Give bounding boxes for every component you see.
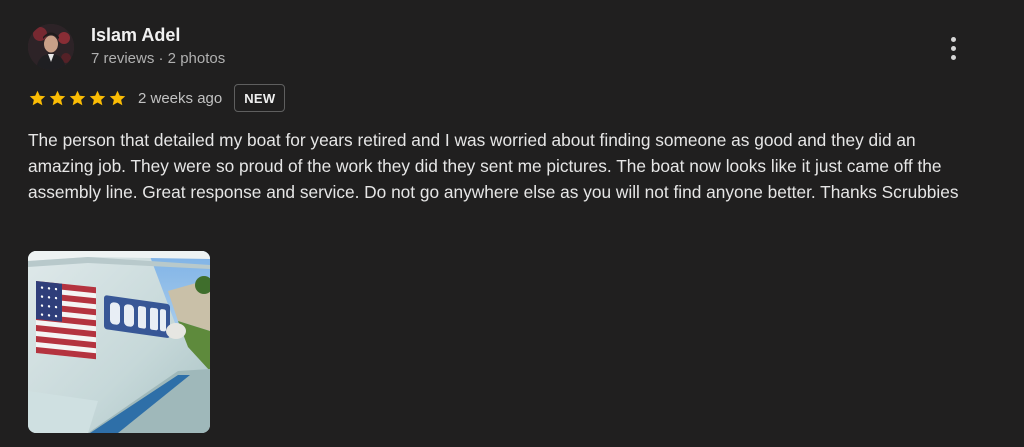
review-photo[interactable] — [28, 251, 210, 433]
star-icon — [68, 89, 87, 108]
new-badge: NEW — [234, 84, 286, 112]
author-review-count: 7 reviews · 2 photos — [91, 50, 226, 67]
boat-photo — [28, 251, 210, 433]
more-vertical-icon-dot — [950, 54, 956, 60]
more-vertical-icon — [950, 36, 956, 42]
star-icon — [48, 89, 67, 108]
review-date: 2 weeks ago — [138, 89, 223, 107]
author-avatar[interactable] — [28, 24, 74, 70]
avatar-image — [28, 24, 74, 70]
rating-row: 2 weeks ago NEW — [28, 84, 286, 112]
review-text: The person that detailed my boat for yea… — [28, 130, 959, 202]
more-options-button[interactable] — [941, 34, 965, 62]
star-icon — [28, 89, 47, 108]
review-card: Islam Adel 7 reviews · 2 photos 2 weeks … — [0, 0, 1024, 447]
star-icon — [108, 89, 127, 108]
author-name[interactable]: Islam Adel — [91, 25, 180, 46]
more-vertical-icon-dot — [950, 45, 956, 51]
star-rating — [28, 89, 127, 108]
star-icon — [88, 89, 107, 108]
